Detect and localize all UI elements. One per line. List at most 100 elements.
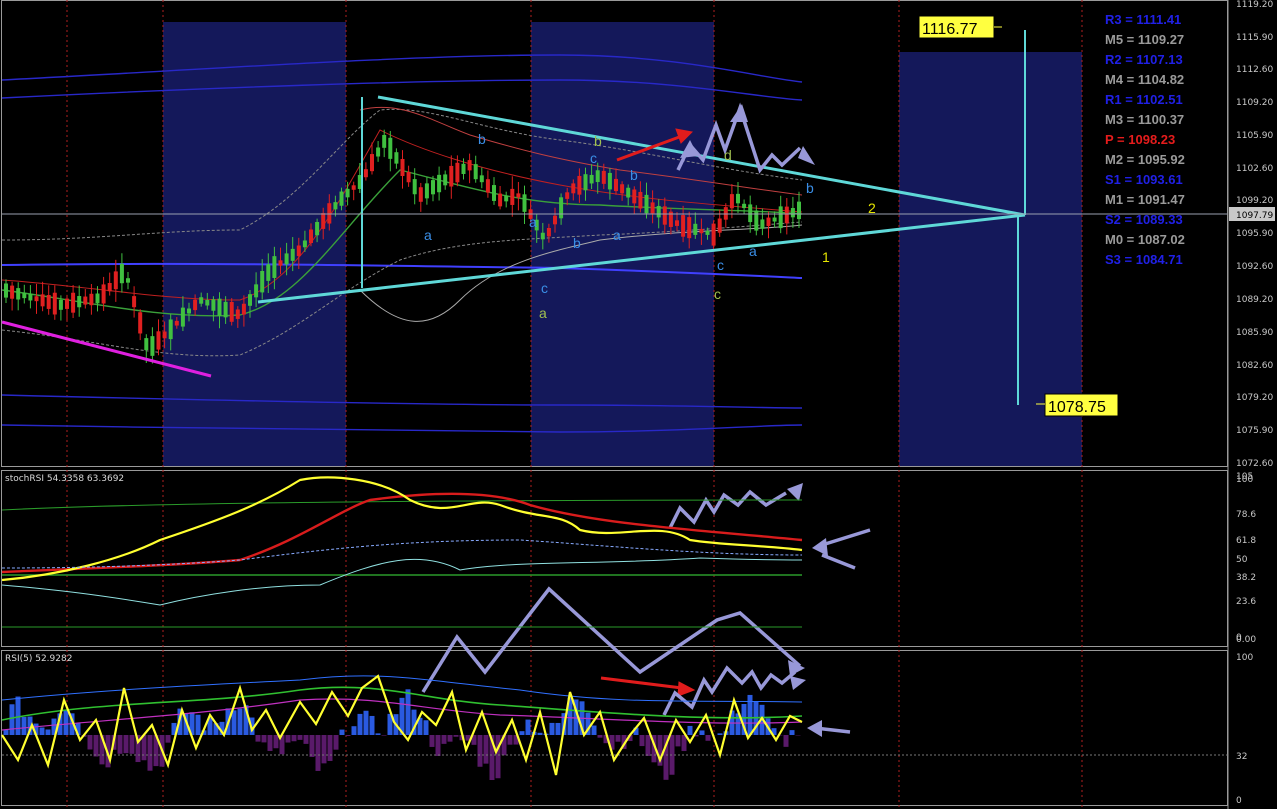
pivot-level-label: S3 = 1084.71 [1105, 252, 1183, 267]
candle-body [736, 193, 740, 204]
candle-body [467, 160, 472, 171]
candle-body [205, 299, 210, 306]
candle-body [522, 194, 527, 212]
rsi-histogram-bar [321, 735, 327, 764]
candle-body [4, 283, 8, 298]
pivot-level-label: P = 1098.23 [1105, 132, 1175, 147]
candle-body [437, 174, 442, 193]
session-blocks [163, 22, 1082, 466]
price-axis-label: 1105.90 [1236, 131, 1273, 141]
wave-label: a [529, 214, 537, 230]
candle-body [193, 299, 198, 311]
price-axis-label: 1095.90 [1236, 229, 1273, 239]
rsi-histogram-bar [273, 735, 279, 749]
candle-body [28, 293, 33, 301]
rsi-histogram-bar [117, 735, 123, 754]
candle-body [95, 293, 100, 304]
wave-label: c [590, 150, 597, 166]
candle-body [711, 223, 716, 246]
rsi-axis-label: 32 [1236, 752, 1247, 762]
candle-body [644, 194, 649, 214]
candle-body [290, 248, 295, 261]
candle-body [266, 264, 271, 281]
wave-label: 1 [822, 249, 830, 265]
price-axis-label: 1085.90 [1236, 328, 1273, 338]
stochrsi-axis-label: 100 [1236, 475, 1253, 485]
candle-body [760, 219, 765, 229]
candle-body [22, 292, 27, 299]
pivot-level-label: M3 = 1100.37 [1105, 112, 1184, 127]
candle-body [174, 320, 179, 326]
candle-body [71, 292, 76, 313]
rsi-title: RSI(5) 52.9282 [5, 654, 72, 664]
rsi-histogram-bar [63, 709, 69, 735]
pivot-level-label: R1 = 1102.51 [1105, 92, 1183, 107]
candle-body [382, 134, 387, 148]
rsi-histogram-bar [537, 732, 543, 735]
candle-body [126, 278, 130, 283]
candle-body [620, 184, 625, 194]
rsi-histogram-bar [423, 720, 429, 735]
rsi-histogram-bar [339, 729, 345, 735]
candle-body [58, 299, 63, 310]
candle-body [577, 175, 582, 195]
candle-body [583, 174, 588, 191]
candle-body [248, 294, 252, 306]
rsi-histogram-bar [429, 735, 435, 747]
price-axis-label: 1099.20 [1236, 196, 1273, 206]
candle-body [638, 191, 643, 209]
rsi-histogram-bar [477, 735, 483, 767]
rsi-histogram-bar [357, 713, 363, 735]
rsi-histogram-bar [141, 735, 147, 761]
rsi-axis-label: 0 [1236, 796, 1242, 806]
candle-body [418, 187, 423, 202]
candle-body [211, 299, 216, 311]
candle-body [351, 185, 356, 190]
candle-body [187, 308, 191, 314]
pivot-level-label: R3 = 1111.41 [1105, 12, 1181, 27]
price-axis-label: 1082.60 [1236, 361, 1273, 371]
candle-body [309, 229, 313, 243]
rsi-histogram-bar [315, 735, 321, 771]
candle-body [278, 260, 283, 266]
candle-body [168, 319, 173, 340]
stochrsi-lines [1, 476, 803, 628]
candle-body [89, 293, 94, 306]
pivot-level-label: S2 = 1089.33 [1105, 212, 1183, 227]
candle-body [315, 221, 320, 236]
rsi-histogram-bar [381, 735, 387, 736]
candle-body [370, 154, 374, 172]
wave-label: b [594, 133, 602, 149]
candle-body [412, 179, 417, 195]
candle-body [540, 232, 545, 240]
candle-body [607, 172, 612, 190]
rsi-histogram-bar [615, 735, 621, 742]
wave-label: a [539, 305, 547, 321]
candle-body [449, 165, 454, 187]
rsi-histogram-bar [15, 696, 21, 735]
candle-body [16, 288, 21, 300]
wave-label: a [613, 227, 621, 243]
wave-label: b [573, 235, 581, 251]
candle-body [571, 183, 576, 194]
candle-body [705, 230, 710, 235]
rsi-histogram-bar [285, 735, 291, 743]
price-axis-label: 1075.90 [1236, 426, 1273, 436]
candle-body [742, 203, 747, 209]
candle-body [156, 331, 161, 350]
candle-body [492, 185, 496, 201]
candle-body [479, 175, 484, 183]
wave-label: a [424, 227, 432, 243]
rsi-histogram-bar [555, 722, 561, 735]
rsi-histogram-bar [507, 735, 513, 745]
wave-label: a [749, 243, 757, 259]
candle-body [675, 220, 679, 226]
rsi-histogram-bar [717, 733, 723, 735]
rsi-histogram-bar [441, 735, 447, 744]
candle-body [614, 178, 618, 192]
candle-body [260, 270, 265, 293]
candle-body [687, 217, 692, 239]
pivot-level-label: S1 = 1093.61 [1105, 172, 1183, 187]
rsi-histogram-bar [351, 726, 357, 735]
rsi-histogram-bar [147, 735, 153, 771]
